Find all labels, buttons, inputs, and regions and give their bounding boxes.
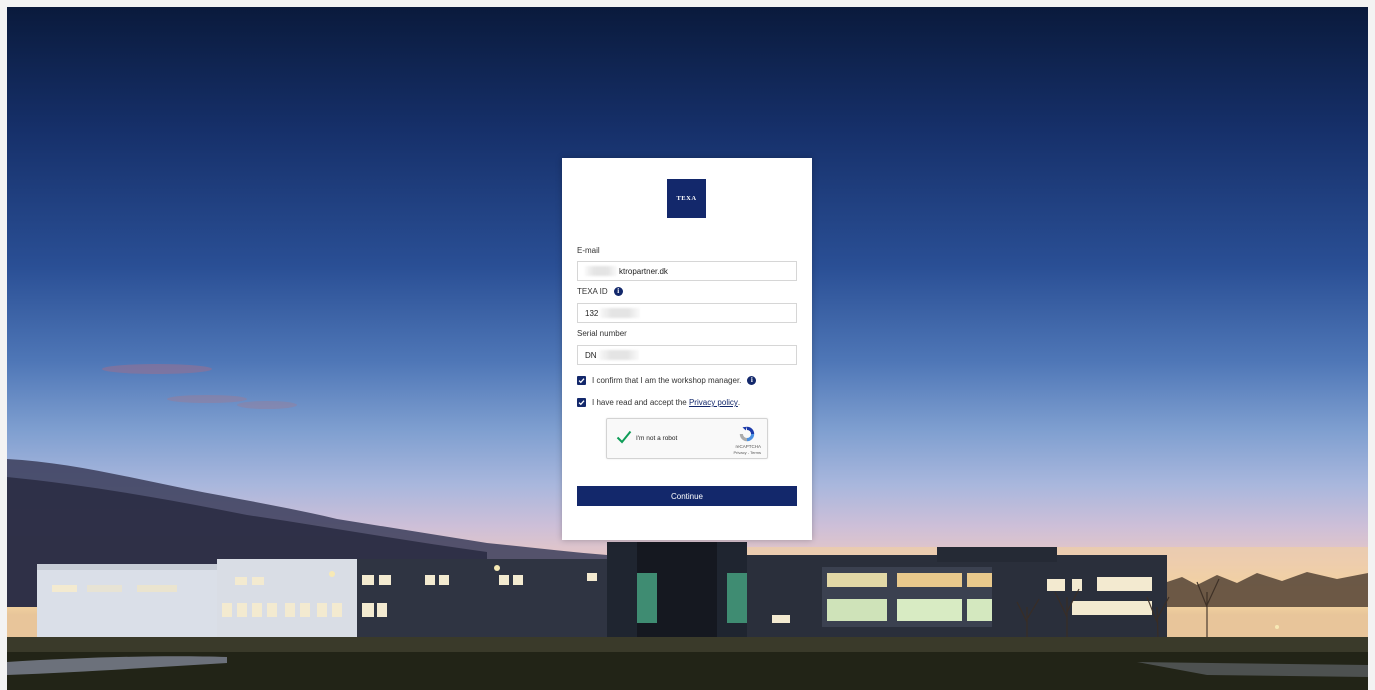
recaptcha-checkmark-icon[interactable] bbox=[616, 430, 632, 444]
redacted-blur bbox=[598, 350, 639, 360]
privacy-checkbox[interactable] bbox=[577, 398, 586, 407]
texa-id-field[interactable]: 132 bbox=[577, 303, 797, 323]
serial-number-field[interactable]: DN bbox=[577, 345, 797, 365]
texa-id-label: TEXA ID i bbox=[577, 287, 623, 296]
redacted-blur bbox=[600, 308, 641, 318]
texa-id-label-text: TEXA ID bbox=[577, 287, 608, 296]
confirm-manager-label: I confirm that I am the workshop manager… bbox=[592, 376, 742, 385]
serial-number-value: DN bbox=[585, 350, 597, 360]
recaptcha-logo-icon bbox=[739, 426, 755, 442]
recaptcha-label: I'm not a robot bbox=[636, 435, 678, 442]
confirm-manager-checkbox[interactable] bbox=[577, 376, 586, 385]
privacy-row: I have read and accept the Privacy polic… bbox=[577, 398, 740, 407]
email-field[interactable]: ktropartner.dk bbox=[577, 261, 797, 281]
recaptcha-terms-links[interactable]: Privacy - Terms bbox=[734, 450, 761, 455]
login-card: TEXA E-mail ktropartner.dk TEXA ID i 132… bbox=[562, 158, 812, 540]
privacy-policy-link[interactable]: Privacy policy bbox=[689, 398, 738, 407]
email-label: E-mail bbox=[577, 246, 600, 255]
privacy-label-prefix: I have read and accept the bbox=[592, 398, 689, 407]
email-label-text: E-mail bbox=[577, 246, 600, 255]
texa-id-value: 132 bbox=[585, 308, 599, 318]
serial-number-label: Serial number bbox=[577, 329, 627, 338]
privacy-label-suffix: . bbox=[737, 398, 741, 407]
confirm-manager-row: I confirm that I am the workshop manager… bbox=[577, 376, 757, 385]
info-icon[interactable]: i bbox=[613, 287, 623, 296]
check-icon bbox=[578, 378, 585, 384]
texa-logo: TEXA bbox=[667, 179, 706, 218]
info-icon[interactable]: i bbox=[747, 376, 757, 385]
page-background: TEXA E-mail ktropartner.dk TEXA ID i 132… bbox=[0, 0, 1375, 690]
redacted-blur bbox=[585, 266, 617, 276]
scrollbar[interactable] bbox=[1368, 0, 1375, 690]
check-icon bbox=[578, 400, 585, 406]
recaptcha-brand: reCAPTCHA bbox=[735, 444, 761, 449]
email-value: ktropartner.dk bbox=[619, 266, 668, 276]
serial-number-label-text: Serial number bbox=[577, 329, 627, 338]
recaptcha-widget: I'm not a robot reCAPTCHA Privacy - Term… bbox=[606, 418, 768, 459]
continue-button[interactable]: Continue bbox=[577, 486, 797, 506]
